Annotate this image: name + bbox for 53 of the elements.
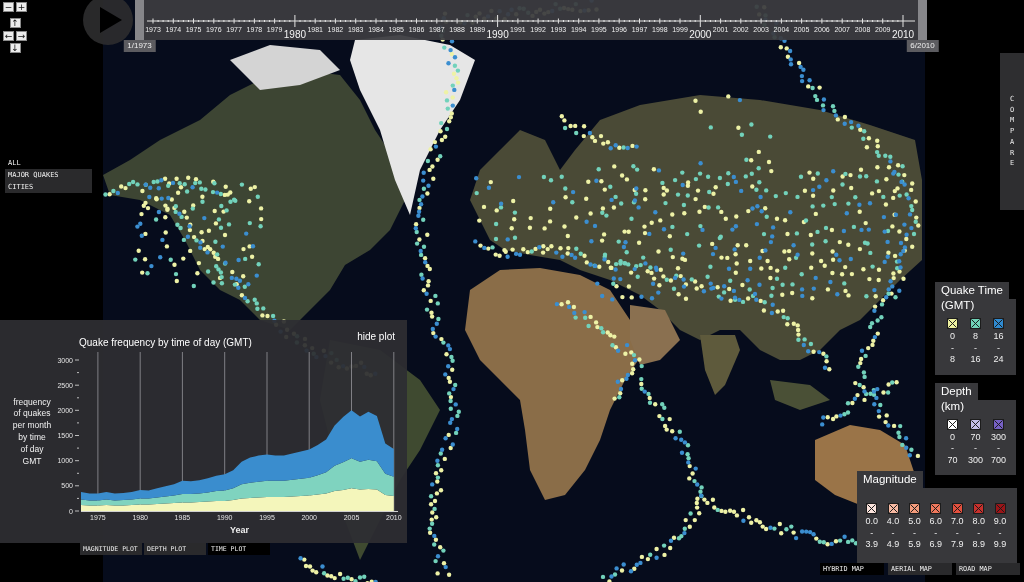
y-axis-label: frequency of quakes per month by time of day GMT xyxy=(12,396,52,466)
crossed-swatch-icon[interactable] xyxy=(993,318,1004,329)
legend-title: Magnitude xyxy=(857,471,923,488)
year-label: 1990 xyxy=(486,28,509,40)
pan-right-button[interactable]: → xyxy=(16,30,27,41)
range-label: 4.0 - 4.9 xyxy=(886,516,900,551)
crossed-swatch-icon[interactable] xyxy=(973,503,985,514)
crossed-swatch-icon[interactable] xyxy=(908,503,920,514)
crossed-swatch-icon[interactable] xyxy=(887,503,899,514)
play-icon xyxy=(99,7,122,33)
range-label: 8 - 16 xyxy=(970,331,981,366)
range-label: 8.0 - 8.9 xyxy=(972,516,985,551)
handle-date-label: 6/2010 xyxy=(906,40,939,52)
range-label: 7.0 - 7.9 xyxy=(951,516,964,551)
legend-subtitle: (GMT) xyxy=(941,299,976,312)
crossed-swatch-icon[interactable] xyxy=(994,503,1006,514)
pan-down-button[interactable]: ↓ xyxy=(9,43,21,53)
hide-plot-button[interactable]: hide plot xyxy=(357,331,395,343)
year-label: 2010 xyxy=(891,28,915,40)
range-handle[interactable] xyxy=(918,0,927,40)
handle-date-label: 1/1973 xyxy=(123,40,156,52)
crossed-swatch-icon[interactable] xyxy=(866,503,878,514)
range-label: 300 - 700 xyxy=(991,431,1006,466)
range-label: 5.0 - 5.9 xyxy=(908,516,921,551)
zoom-out-button[interactable]: − xyxy=(3,2,14,12)
pan-up-button[interactable]: ↑ xyxy=(9,18,21,28)
chart-title: Quake frequency by time of day (GMT) xyxy=(79,337,252,349)
crossed-swatch-icon[interactable] xyxy=(970,418,981,430)
legend-title: Quake Time xyxy=(935,282,1009,299)
pan-left-button[interactable]: ← xyxy=(3,30,14,41)
range-label: 0 - 8 xyxy=(950,331,955,366)
crossed-swatch-icon[interactable] xyxy=(930,503,942,514)
crossed-swatch-icon[interactable] xyxy=(947,418,958,430)
range-handle[interactable] xyxy=(135,0,144,40)
year-label: 2000 xyxy=(689,28,712,40)
peninsula xyxy=(700,335,740,395)
island xyxy=(770,380,830,410)
legend-title: Depth xyxy=(935,382,978,400)
crossed-swatch-icon[interactable] xyxy=(970,318,981,329)
range-label: 0.0 - 3.9 xyxy=(865,516,878,551)
range-label: 16 - 24 xyxy=(993,331,1004,366)
year-label: 1980 xyxy=(283,28,306,40)
crossed-swatch-icon[interactable] xyxy=(951,503,963,514)
range-label: 9.0 - 9.9 xyxy=(993,516,1007,551)
peninsula xyxy=(630,305,680,365)
zoom-in-button[interactable]: + xyxy=(16,2,27,12)
crossed-swatch-icon[interactable] xyxy=(993,418,1004,430)
range-label: 70 - 300 xyxy=(968,431,983,466)
x-axis-label: Year xyxy=(230,525,249,535)
crossed-swatch-icon[interactable] xyxy=(947,318,958,329)
legend-subtitle: (km) xyxy=(941,399,965,413)
range-label: 0 - 70 xyxy=(947,431,958,466)
range-label: 6.0 - 6.9 xyxy=(929,516,943,551)
